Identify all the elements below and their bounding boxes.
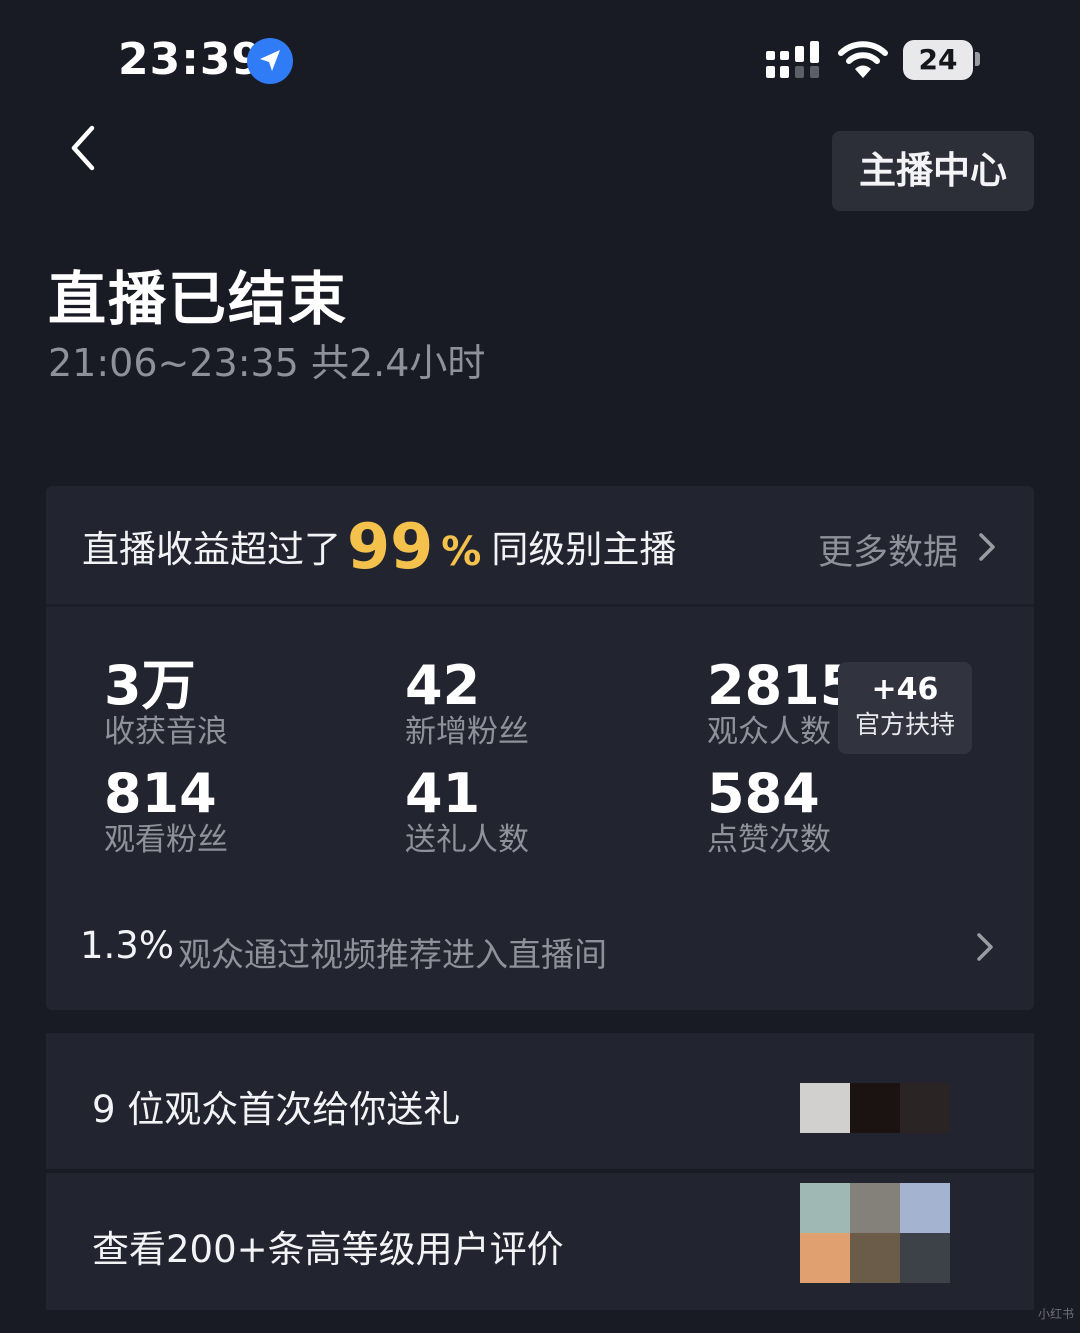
recommend-text: 观众通过视频推荐进入直播间 — [178, 935, 607, 974]
chevron-right-icon[interactable] — [974, 930, 996, 964]
stat-sound-waves: 3万 收获音浪 — [104, 656, 228, 752]
stat-label: 送礼人数 — [405, 822, 529, 858]
battery-icon: 24 — [903, 40, 973, 80]
session-time: 21:06~23:35 共2.4小时 — [48, 341, 486, 385]
first-gift-text: 9 位观众首次给你送礼 — [92, 1088, 461, 1131]
user-reviews-card[interactable]: 查看200+条高等级用户评价 — [46, 1173, 1034, 1310]
stat-label: 观看粉丝 — [104, 822, 228, 858]
page-title: 直播已结束 — [48, 265, 349, 333]
stat-gift-givers: 41 送礼人数 — [405, 764, 529, 860]
reviewer-avatar — [850, 1183, 900, 1233]
stat-label: 观众人数 — [707, 714, 831, 750]
stat-value: 42 — [405, 654, 481, 717]
revenue-ranking-text: 直播收益超过了 99 % 同级别主播 — [82, 506, 676, 586]
revenue-percent: 99 — [347, 509, 434, 583]
location-arrow-icon — [247, 38, 293, 84]
anchor-center-button[interactable]: 主播中心 — [832, 131, 1034, 211]
stat-value: 2815 — [707, 654, 858, 717]
stat-watching-fans: 814 观看粉丝 — [104, 764, 228, 860]
support-badge-label: 官方扶持 — [854, 710, 955, 739]
stat-value: 584 — [707, 762, 820, 825]
gifter-avatar — [800, 1083, 850, 1133]
stat-value: 41 — [405, 762, 481, 825]
reviewer-avatar — [800, 1183, 850, 1233]
reviewer-avatar — [900, 1183, 950, 1233]
support-badge-value: +46 — [871, 672, 939, 707]
stat-value: 3万 — [104, 654, 196, 717]
revenue-prefix: 直播收益超过了 — [82, 528, 341, 571]
live-stats-card: 直播收益超过了 99 % 同级别主播 更多数据 3万 收获音浪 42 新增粉丝 … — [46, 486, 1034, 1010]
back-arrow-icon[interactable] — [62, 120, 106, 176]
stat-label: 收获音浪 — [104, 714, 228, 750]
revenue-ranking-row[interactable]: 直播收益超过了 99 % 同级别主播 更多数据 — [46, 486, 1034, 607]
stat-likes: 584 点赞次数 — [707, 764, 831, 860]
watermark: 小红书 — [1038, 1307, 1075, 1321]
stat-value: 814 — [104, 762, 217, 825]
stat-label: 点赞次数 — [707, 822, 831, 858]
gifter-avatar — [900, 1083, 950, 1133]
status-time: 23:39 — [118, 34, 264, 85]
first-gift-card[interactable]: 9 位观众首次给你送礼 — [46, 1033, 1034, 1169]
official-support-badge: +46 官方扶持 — [838, 662, 972, 754]
status-bar: 23:39 24 — [0, 0, 1080, 110]
reviewer-avatar — [900, 1233, 950, 1283]
battery-level: 24 — [918, 43, 958, 76]
stat-viewers: 2815 观众人数 — [707, 656, 857, 752]
stat-label: 新增粉丝 — [405, 714, 529, 750]
gifter-avatar — [850, 1083, 900, 1133]
cellular-signal-icon — [766, 41, 819, 78]
video-recommend-row[interactable]: 1.3% 观众通过视频推荐进入直播间 — [46, 906, 1034, 986]
stat-new-followers: 42 新增粉丝 — [405, 656, 529, 752]
recommend-percent: 1.3% — [80, 924, 174, 967]
revenue-suffix: 同级别主播 — [491, 528, 677, 571]
wifi-icon — [838, 41, 888, 78]
user-reviews-text: 查看200+条高等级用户评价 — [92, 1228, 564, 1271]
battery-cap — [975, 52, 980, 66]
reviewer-avatar — [800, 1233, 850, 1283]
chevron-right-icon[interactable] — [976, 530, 998, 564]
revenue-percent-sign: % — [441, 529, 482, 575]
reviewer-avatar — [850, 1233, 900, 1283]
more-data-link[interactable]: 更多数据 — [818, 524, 958, 575]
